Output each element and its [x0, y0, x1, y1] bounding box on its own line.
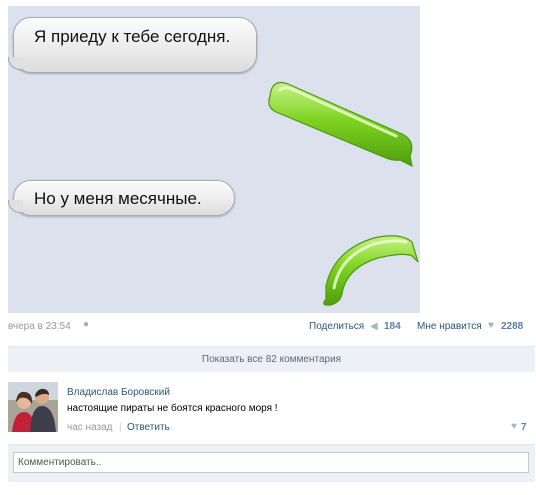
post-meta: вчера в 23:54 ● Поделиться ◀ 184 Мне нра… [8, 319, 536, 335]
avatar-photo [8, 382, 58, 432]
green-bubble-stroke-1 [268, 81, 413, 168]
post-date[interactable]: вчера в 23:54 [8, 321, 71, 332]
show-all-comments-label: Показать все 82 комментария [201, 354, 342, 365]
avatar[interactable] [8, 382, 58, 432]
share-count[interactable]: 184 [384, 321, 401, 332]
comment-text: настоящие пираты не боятся красного моря… [67, 403, 278, 414]
reply-button[interactable]: Ответить [127, 422, 170, 433]
megaphone-icon[interactable]: ◀ [370, 321, 378, 332]
show-all-comments-button[interactable]: Показать все 82 комментария [8, 346, 535, 372]
comment-time[interactable]: час назад [67, 422, 113, 433]
like-count[interactable]: 2288 [501, 321, 523, 332]
green-bubble-strokes [268, 81, 419, 306]
comment-form [8, 444, 535, 482]
comment-input[interactable] [13, 452, 529, 473]
heart-icon[interactable]: ♥ [511, 421, 517, 432]
green-bubble-stroke-2 [323, 235, 419, 306]
share-button[interactable]: Поделиться [309, 321, 364, 332]
heart-icon[interactable]: ♥ [488, 320, 494, 331]
comment-like-count[interactable]: 7 [521, 422, 527, 433]
comment-item: Владислав Боровский настоящие пираты не … [8, 382, 535, 440]
comment-author[interactable]: Владислав Боровский [67, 387, 170, 398]
comment-separator: | [119, 422, 122, 433]
like-button[interactable]: Мне нравится [417, 321, 482, 332]
post-photo[interactable]: Я приеду к тебе сегодня. Но у меня месяч… [8, 6, 420, 313]
apple-icon: ● [83, 319, 90, 330]
